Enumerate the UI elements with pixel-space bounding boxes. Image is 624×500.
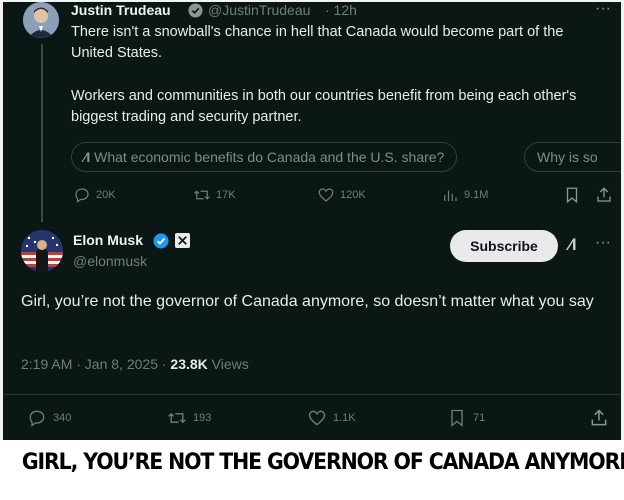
bookmark-button[interactable]: 71 [447,408,485,428]
grok-icon: ⁄I [84,149,91,165]
views-button[interactable]: 9.1M [441,186,488,204]
x-logo-icon [175,233,190,253]
reply-icon [75,188,89,203]
bookmark-icon [451,409,463,427]
views-icon [444,190,457,201]
grok-suggestion-1[interactable]: ⁄I What economic benefits do Canada and … [71,142,458,172]
repost-button[interactable]: 17K [193,186,236,204]
tweet-timestamp[interactable]: 2:19 AM · Jan 8, 2025 · [21,356,167,372]
share-icon[interactable] [595,186,613,209]
repost-icon [168,412,186,424]
more-icon[interactable]: ··· [595,2,611,18]
views-label: Views [211,356,249,372]
reply-button[interactable]: 20K [73,186,116,204]
divider [3,394,621,395]
tweet-screenshot: Justin Trudeau @JustinTrudeau · 12h ··· … [0,0,624,440]
reply-tweet-text: Girl, you’re not the governor of Canada … [21,293,594,310]
tweet-time[interactable]: · 12h [325,2,357,18]
grok-icon[interactable]: ⁄I [569,235,577,255]
tweet-text-paragraph-1: There isn't a snowball's chance in hell … [71,24,564,61]
author-name[interactable]: Elon Musk [73,232,143,248]
repost-icon [194,190,210,200]
like-icon [308,410,326,426]
author-handle[interactable]: @elonmusk [73,253,147,269]
share-icon[interactable] [589,408,609,433]
repost-button[interactable]: 193 [167,408,211,428]
subscribe-button[interactable]: Subscribe [450,230,558,262]
tweet-text-paragraph-2: Workers and communities in both our coun… [71,88,577,125]
grok-suggestion-2[interactable]: Why is so [524,142,621,172]
avatar-elon-musk[interactable] [21,230,63,272]
verified-badge-icon [153,233,169,254]
more-icon[interactable]: ··· [595,234,611,252]
views-count: 23.8K [170,356,208,372]
thread-connector [41,44,43,222]
author-handle[interactable]: @JustinTrudeau [208,2,310,18]
like-icon [318,188,334,202]
tweet-metadata: 2:19 AM · Jan 8, 2025 · 23.8K Views [21,356,249,372]
bookmark-icon[interactable] [563,186,581,209]
like-button[interactable]: 1.1K [307,408,356,428]
like-button[interactable]: 120K [317,186,366,204]
reply-icon [29,410,45,427]
verified-badge-icon [188,3,203,23]
avatar-justin-trudeau[interactable] [23,2,59,38]
meme-caption: GIRL, YOU’RE NOT THE GOVERNOR OF CANADA … [21,450,624,475]
reply-button[interactable]: 340 [27,408,71,428]
author-name[interactable]: Justin Trudeau [71,2,171,18]
